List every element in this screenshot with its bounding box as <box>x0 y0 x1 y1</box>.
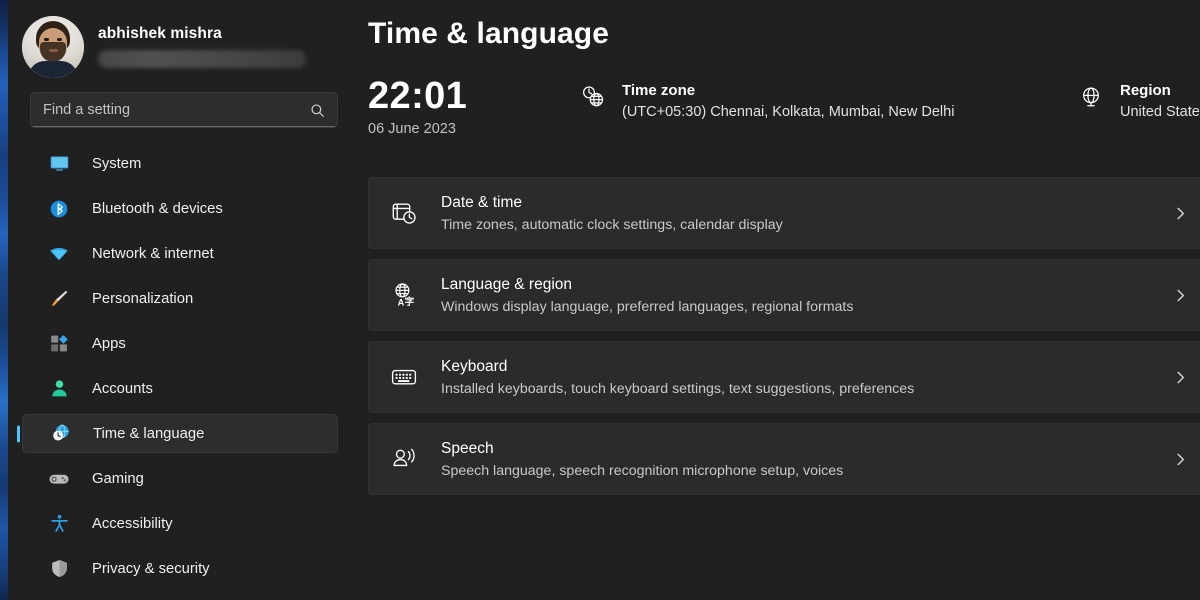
clock-globe-icon <box>578 82 608 112</box>
sidebar-item-gaming[interactable]: Gaming <box>22 459 338 498</box>
region-label: Region <box>1120 82 1171 99</box>
sidebar-item-network-internet[interactable]: Network & internet <box>22 234 338 273</box>
search-icon[interactable] <box>310 103 325 118</box>
region-value: United States <box>1120 103 1200 120</box>
sidebar-item-apps[interactable]: Apps <box>22 324 338 363</box>
keyboard-icon <box>385 358 423 396</box>
main-content: Time & language 22:01 06 June 2023 Time … <box>360 0 1200 600</box>
current-date: 06 June 2023 <box>368 121 456 138</box>
sidebar-item-label: Apps <box>92 335 126 352</box>
region-summary: Region United States <box>1076 76 1200 120</box>
settings-cards: Date & time Time zones, automatic clock … <box>368 177 1200 495</box>
chevron-right-icon[interactable] <box>1173 206 1188 221</box>
desktop-wallpaper-strip <box>0 0 8 600</box>
account-name: abhishek mishra <box>98 24 222 42</box>
card-title: Speech <box>441 440 494 458</box>
translate-globe-icon: A 字 <box>385 276 423 314</box>
timezone-summary: Time zone (UTC+05:30) Chennai, Kolkata, … <box>578 76 1048 120</box>
sidebar-item-label: Time & language <box>93 425 205 442</box>
avatar[interactable] <box>22 16 84 78</box>
paintbrush-icon <box>48 288 70 310</box>
apps-icon <box>48 333 70 355</box>
globe-icon <box>1076 82 1106 112</box>
card-subtitle: Speech language, speech recognition micr… <box>441 462 844 479</box>
card-subtitle: Time zones, automatic clock settings, ca… <box>441 216 783 233</box>
shield-icon <box>48 558 70 580</box>
chevron-right-icon[interactable] <box>1173 288 1188 303</box>
sidebar-item-system[interactable]: System <box>22 144 338 183</box>
sidebar-item-bluetooth-devices[interactable]: Bluetooth & devices <box>22 189 338 228</box>
sidebar-item-time-language[interactable]: Time & language <box>22 414 338 453</box>
search-box[interactable] <box>30 92 338 128</box>
sidebar-item-accessibility[interactable]: Accessibility <box>22 504 338 543</box>
sidebar-item-label: Network & internet <box>92 245 214 262</box>
sidebar: abhishek mishra Find a setting System Bl… <box>0 0 360 600</box>
search-input[interactable] <box>43 102 310 118</box>
wifi-icon <box>48 243 70 265</box>
svg-text:A: A <box>398 297 405 307</box>
timezone-value: (UTC+05:30) Chennai, Kolkata, Mumbai, Ne… <box>622 103 955 120</box>
monitor-icon <box>48 153 70 175</box>
speech-person-icon <box>385 440 423 478</box>
timezone-label: Time zone <box>622 82 696 99</box>
sidebar-item-label: Privacy & security <box>92 560 210 577</box>
sidebar-item-label: Accessibility <box>92 515 173 532</box>
calendar-clock-icon <box>385 194 423 232</box>
card-title: Language & region <box>441 276 573 294</box>
search-container <box>8 80 360 128</box>
sidebar-item-label: Gaming <box>92 470 144 487</box>
chevron-right-icon[interactable] <box>1173 370 1188 385</box>
accessibility-icon <box>48 513 70 535</box>
bluetooth-icon <box>48 198 70 220</box>
person-icon <box>48 378 70 400</box>
clock-block: 22:01 06 June 2023 <box>368 75 578 138</box>
sidebar-item-label: Bluetooth & devices <box>92 200 223 217</box>
gamepad-icon <box>48 468 70 490</box>
sidebar-item-label: Personalization <box>92 290 194 307</box>
card-subtitle: Windows display language, preferred lang… <box>441 298 854 315</box>
sidebar-item-personalization[interactable]: Personalization <box>22 279 338 318</box>
current-time: 22:01 <box>368 75 468 117</box>
card-title: Keyboard <box>441 358 508 376</box>
card-keyboard[interactable]: Keyboard Installed keyboards, touch keyb… <box>368 341 1200 413</box>
settings-window: abhishek mishra Find a setting System Bl… <box>0 0 1200 600</box>
page-title: Time & language <box>368 17 610 50</box>
svg-text:字: 字 <box>405 296 415 308</box>
card-date-time[interactable]: Date & time Time zones, automatic clock … <box>368 177 1200 249</box>
card-language-region[interactable]: A 字 Language & region Windows display la… <box>368 259 1200 331</box>
card-speech[interactable]: Speech Speech language, speech recogniti… <box>368 423 1200 495</box>
chevron-right-icon[interactable] <box>1173 452 1188 467</box>
sidebar-item-privacy-security[interactable]: Privacy & security <box>22 549 338 588</box>
clock-globe-icon <box>49 423 71 445</box>
sidebar-item-accounts[interactable]: Accounts <box>22 369 338 408</box>
card-title: Date & time <box>441 194 522 212</box>
card-subtitle: Installed keyboards, touch keyboard sett… <box>441 380 915 397</box>
sidebar-item-label: System <box>92 155 142 172</box>
account-email-redacted <box>98 49 306 68</box>
sidebar-item-label: Accounts <box>92 380 153 397</box>
account-header[interactable]: abhishek mishra <box>8 0 360 80</box>
summary-row: 22:01 06 June 2023 Time zone (UTC+05:30)… <box>368 76 1200 148</box>
sidebar-nav: System Bluetooth & devices Network & int… <box>8 144 360 588</box>
